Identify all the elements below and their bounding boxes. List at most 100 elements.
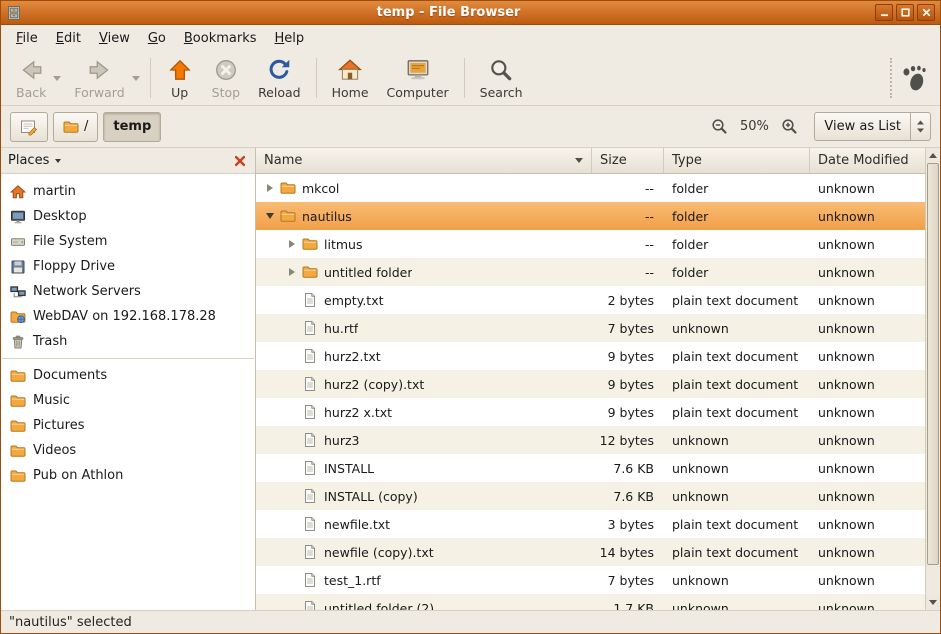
- menu-edit[interactable]: Edit: [47, 28, 90, 49]
- menu-file[interactable]: File: [7, 28, 47, 49]
- sidebar-item-desktop[interactable]: Desktop: [1, 204, 255, 229]
- home-button[interactable]: Home: [323, 53, 378, 103]
- table-row[interactable]: hurz312 bytesunknownunknown: [256, 426, 925, 454]
- sidebar-item-videos[interactable]: Videos: [1, 438, 255, 463]
- vertical-scrollbar[interactable]: [925, 148, 940, 610]
- column-header-type[interactable]: Type: [664, 148, 810, 174]
- maximize-button[interactable]: [896, 4, 914, 21]
- table-row[interactable]: newfile (copy).txt14 bytesplain text doc…: [256, 538, 925, 566]
- table-row[interactable]: hurz2 (copy).txt9 bytesplain text docume…: [256, 370, 925, 398]
- menu-bookmarks[interactable]: Bookmarks: [175, 28, 266, 49]
- file-date-modified: unknown: [810, 314, 925, 342]
- file-date-modified: unknown: [810, 510, 925, 538]
- close-button[interactable]: [917, 4, 935, 21]
- sidebar-item-label: martin: [33, 184, 76, 199]
- file-size: --: [592, 230, 664, 258]
- file-name-cell: newfile (copy).txt: [256, 538, 592, 566]
- table-row[interactable]: empty.txt2 bytesplain text documentunkno…: [256, 286, 925, 314]
- sidebar-item-music[interactable]: Music: [1, 388, 255, 413]
- file-size: 7.6 KB: [592, 482, 664, 510]
- sidebar-item-pub-on-athlon[interactable]: Pub on Athlon: [1, 463, 255, 488]
- file-date-modified: unknown: [810, 454, 925, 482]
- scrollbar-thumb[interactable]: [927, 163, 939, 565]
- file-name-cell: untitled folder: [256, 258, 592, 286]
- table-row[interactable]: litmus--folderunknown: [256, 230, 925, 258]
- menu-go[interactable]: Go: [139, 28, 175, 49]
- scrollbar-track[interactable]: [926, 163, 940, 595]
- table-row[interactable]: INSTALL7.6 KBunknownunknown: [256, 454, 925, 482]
- zoom-in-button[interactable]: [777, 113, 801, 141]
- folder-icon: [10, 368, 26, 384]
- column-header-label: Name: [264, 153, 302, 168]
- table-row[interactable]: test_1.rtf7 bytesunknownunknown: [256, 566, 925, 594]
- table-row[interactable]: untitled folder--folderunknown: [256, 258, 925, 286]
- expander-collapsed-icon[interactable]: [262, 184, 278, 192]
- minimize-button[interactable]: [875, 4, 893, 21]
- sidebar-separator: [2, 358, 254, 359]
- close-sidebar-button[interactable]: [232, 153, 248, 169]
- view-as-label: View as List: [815, 119, 910, 134]
- forward-history-dropdown: [130, 56, 142, 100]
- zoom-out-button[interactable]: [707, 113, 731, 141]
- table-row[interactable]: hurz2.txt9 bytesplain text documentunkno…: [256, 342, 925, 370]
- file-name-cell: litmus: [256, 230, 592, 258]
- file-name: hu.rtf: [324, 321, 358, 336]
- column-header-name[interactable]: Name: [256, 148, 592, 174]
- places-list: martin DesktopFile SystemFloppy DriveNetw…: [1, 174, 255, 610]
- menu-view[interactable]: View: [90, 28, 139, 49]
- up-button[interactable]: Up: [157, 53, 203, 103]
- scroll-down-button[interactable]: [926, 595, 940, 610]
- file-type: plain text document: [664, 538, 810, 566]
- expander-expanded-icon[interactable]: [262, 213, 278, 219]
- column-header-label: Type: [672, 153, 702, 168]
- table-row[interactable]: newfile.txt3 bytesplain text documentunk…: [256, 510, 925, 538]
- titlebar[interactable]: temp - File Browser: [1, 1, 940, 25]
- table-row[interactable]: hu.rtf7 bytesunknownunknown: [256, 314, 925, 342]
- file-type: folder: [664, 258, 810, 286]
- file-size: --: [592, 258, 664, 286]
- table-row[interactable]: nautilus--folderunknown: [256, 202, 925, 230]
- scroll-up-button[interactable]: [926, 148, 940, 163]
- sidebar-item-documents[interactable]: Documents: [1, 363, 255, 388]
- sidebar-item-label: Documents: [33, 368, 107, 383]
- folder-icon: [10, 393, 26, 409]
- toggle-location-entry-button[interactable]: [10, 112, 48, 142]
- expander-collapsed-icon[interactable]: [284, 240, 300, 248]
- table-row[interactable]: mkcol--folderunknown: [256, 174, 925, 202]
- file-icon: [302, 516, 318, 532]
- file-name-cell: INSTALL (copy): [256, 482, 592, 510]
- sidebar-item-file-system[interactable]: File System: [1, 229, 255, 254]
- menubar: FileEditViewGoBookmarksHelp: [1, 25, 940, 51]
- path-button-current[interactable]: temp: [103, 112, 161, 142]
- sidebar-item-pictures[interactable]: Pictures: [1, 413, 255, 438]
- sidebar-item-network-servers[interactable]: Network Servers: [1, 279, 255, 304]
- sidebar-item-webdav-on-192-168-178-28[interactable]: WebDAV on 192.168.178.28: [1, 304, 255, 329]
- table-row[interactable]: hurz2 x.txt9 bytesplain text documentunk…: [256, 398, 925, 426]
- file-type: plain text document: [664, 370, 810, 398]
- sidebar-item-trash[interactable]: Trash: [1, 329, 255, 354]
- path-button-root[interactable]: /: [53, 112, 98, 142]
- up-arrow-icon: [929, 153, 937, 158]
- table-row[interactable]: untitled folder (2)1.7 KBunknownunknown: [256, 594, 925, 610]
- sidebar-item-martin[interactable]: martin: [1, 179, 255, 204]
- file-date-modified: unknown: [810, 342, 925, 370]
- filesystem-icon: [10, 234, 26, 250]
- places-selector[interactable]: Places: [8, 153, 61, 168]
- folder-icon: [10, 443, 26, 459]
- column-header-date-modified[interactable]: Date Modified: [810, 148, 925, 174]
- search-button[interactable]: Search: [471, 53, 532, 103]
- reload-button[interactable]: Reload: [249, 53, 310, 103]
- table-row[interactable]: INSTALL (copy)7.6 KBunknownunknown: [256, 482, 925, 510]
- sidebar-item-floppy-drive[interactable]: Floppy Drive: [1, 254, 255, 279]
- file-name: hurz2.txt: [324, 349, 381, 364]
- toolbar-drag-handle[interactable]: [890, 58, 892, 98]
- view-as-combo[interactable]: View as List: [814, 112, 931, 141]
- computer-icon: [405, 56, 431, 84]
- menu-help[interactable]: Help: [266, 28, 314, 49]
- file-type: plain text document: [664, 398, 810, 426]
- file-type: plain text document: [664, 510, 810, 538]
- column-header-size[interactable]: Size: [592, 148, 664, 174]
- file-type: plain text document: [664, 286, 810, 314]
- computer-button[interactable]: Computer: [378, 53, 458, 103]
- expander-collapsed-icon[interactable]: [284, 268, 300, 276]
